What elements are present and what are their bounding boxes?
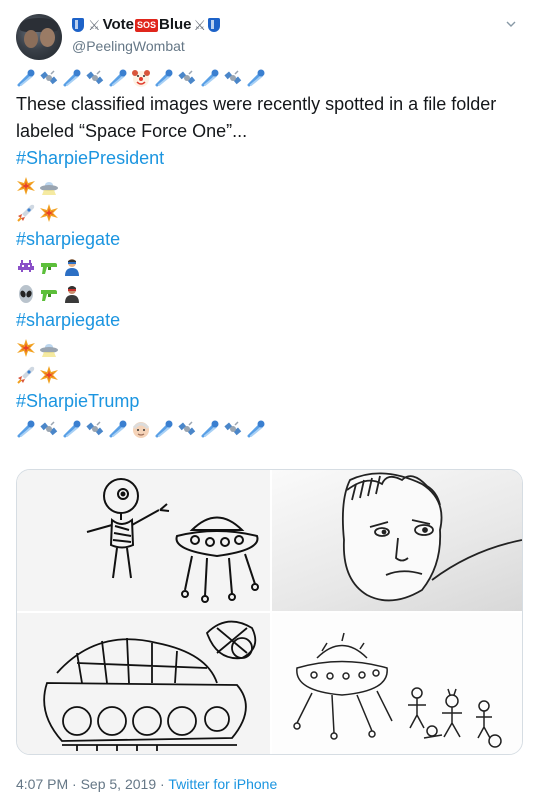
display-name[interactable]: ⚔ Vote SOS Blue ⚔ xyxy=(72,15,222,35)
avatar[interactable] xyxy=(16,14,62,60)
comet-icon xyxy=(62,419,82,439)
comet-icon xyxy=(154,419,174,439)
author-names[interactable]: ⚔ Vote SOS Blue ⚔ @PeelingWombat xyxy=(72,15,222,56)
shield-icon xyxy=(208,18,221,32)
comet-icon xyxy=(108,68,128,88)
comet-icon xyxy=(246,68,266,88)
collision-icon xyxy=(39,203,59,223)
crossed-swords-icon: ⚔ xyxy=(193,17,207,33)
tweet-date[interactable]: Sep 5, 2019 xyxy=(81,776,157,792)
satellite-icon xyxy=(177,68,197,88)
collision-icon xyxy=(39,365,59,385)
emoji-row-bottom xyxy=(16,415,521,442)
comet-icon xyxy=(154,68,174,88)
source-link[interactable]: Twitter for iPhone xyxy=(168,776,277,792)
media-image-ufo-aliens[interactable] xyxy=(272,613,522,754)
rocket-icon xyxy=(16,203,36,223)
tweet-text: These classified images were recently sp… xyxy=(16,94,497,141)
separator: · xyxy=(72,776,77,792)
clown-face-icon xyxy=(131,68,151,88)
space-invader-icon xyxy=(16,257,36,277)
tweet-time[interactable]: 4:07 PM xyxy=(16,776,68,792)
flying-saucer-icon xyxy=(39,338,59,358)
rocket-icon xyxy=(16,365,36,385)
superhero-icon xyxy=(62,257,82,277)
tweet-header: ⚔ Vote SOS Blue ⚔ @PeelingWombat xyxy=(16,14,521,62)
chevron-down-icon[interactable] xyxy=(505,18,517,30)
comet-icon xyxy=(246,419,266,439)
sos-icon: SOS xyxy=(134,18,158,32)
media-image-stick-figure-ufo[interactable] xyxy=(17,470,270,611)
tweet-body: These classified images were recently sp… xyxy=(16,64,521,442)
water-pistol-icon xyxy=(39,257,59,277)
comet-icon xyxy=(16,419,36,439)
emoji-row xyxy=(16,361,521,388)
media-grid xyxy=(16,469,523,755)
shield-icon xyxy=(72,18,84,32)
supervillain-icon xyxy=(62,284,82,304)
comet-icon xyxy=(62,68,82,88)
emoji-row-top xyxy=(16,64,521,91)
water-pistol-icon xyxy=(39,284,59,304)
older-man-icon xyxy=(131,419,151,439)
satellite-icon xyxy=(177,419,197,439)
comet-icon xyxy=(16,68,36,88)
satellite-icon xyxy=(85,68,105,88)
satellite-icon xyxy=(85,419,105,439)
hashtag-link[interactable]: #sharpiegate xyxy=(16,307,120,334)
emoji-row xyxy=(16,280,521,307)
satellite-icon xyxy=(39,68,59,88)
emoji-row xyxy=(16,172,521,199)
hashtag-link[interactable]: #SharpiePresident xyxy=(16,145,164,172)
emoji-row xyxy=(16,199,521,226)
emoji-row xyxy=(16,253,521,280)
separator: · xyxy=(160,776,165,792)
tweet-meta: 4:07 PM · Sep 5, 2019 · Twitter for iPho… xyxy=(16,776,277,792)
comet-icon xyxy=(200,419,220,439)
media-image-face-sketch[interactable] xyxy=(272,470,522,611)
flying-saucer-icon xyxy=(39,176,59,196)
media-image-tank-sketch[interactable] xyxy=(17,613,270,754)
hashtag-link[interactable]: #sharpiegate xyxy=(16,226,120,253)
display-name-part-1: Vote xyxy=(102,16,134,33)
comet-icon xyxy=(200,68,220,88)
collision-icon xyxy=(16,176,36,196)
hashtag-link[interactable]: #SharpieTrump xyxy=(16,388,139,415)
alien-icon xyxy=(16,284,36,304)
satellite-icon xyxy=(223,68,243,88)
collision-icon xyxy=(16,338,36,358)
satellite-icon xyxy=(39,419,59,439)
comet-icon xyxy=(108,419,128,439)
crossed-swords-icon: ⚔ xyxy=(88,17,101,33)
satellite-icon xyxy=(223,419,243,439)
emoji-row xyxy=(16,334,521,361)
display-name-part-3: Blue xyxy=(158,16,192,33)
user-handle[interactable]: @PeelingWombat xyxy=(72,36,222,56)
